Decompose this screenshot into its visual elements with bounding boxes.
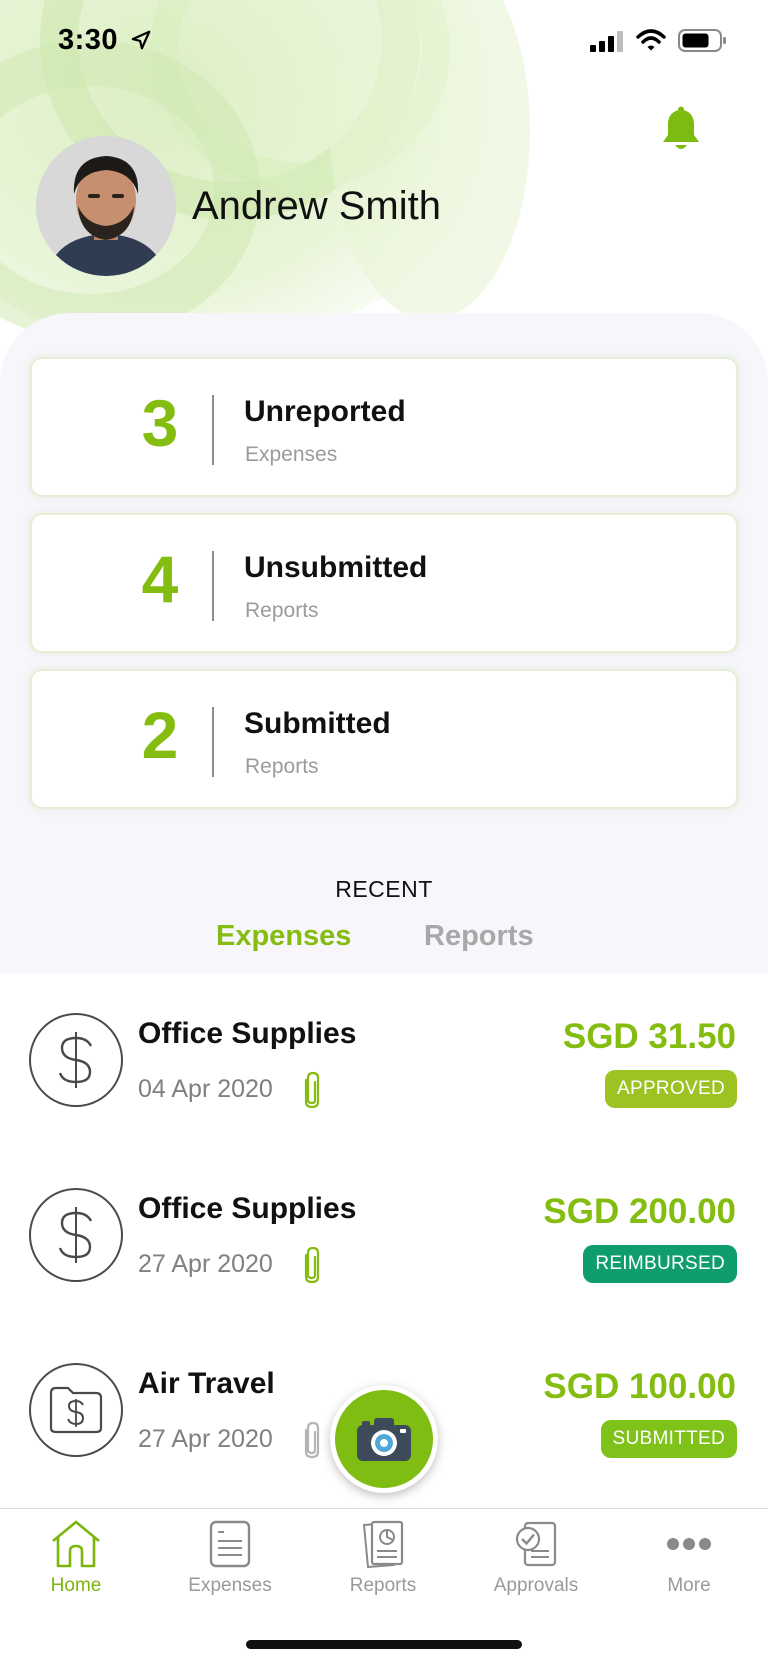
status-badge: APPROVED — [605, 1070, 737, 1108]
stat-count: 3 — [141, 386, 179, 460]
stat-subtitle: Reports — [245, 755, 319, 778]
expense-date: 27 Apr 2020 — [138, 1250, 273, 1278]
nav-expenses[interactable]: Expenses — [165, 1519, 295, 1597]
expense-date: 04 Apr 2020 — [138, 1075, 273, 1103]
divider — [212, 551, 214, 621]
bottom-tab-bar: Home Expenses Reports Approvals More — [0, 1508, 768, 1661]
stat-title: Unsubmitted — [244, 551, 428, 584]
stat-card-unreported[interactable]: 3 Unreported Expenses — [30, 357, 738, 497]
nav-reports[interactable]: Reports — [318, 1519, 448, 1597]
nav-label: Reports — [349, 1575, 417, 1596]
stat-subtitle: Reports — [245, 599, 319, 622]
nav-approvals[interactable]: Approvals — [471, 1519, 601, 1597]
home-icon — [52, 1520, 100, 1568]
wifi-icon — [636, 29, 666, 51]
status-badge: REIMBURSED — [583, 1245, 737, 1283]
tab-expenses[interactable]: Expenses — [216, 920, 351, 953]
avatar[interactable] — [36, 136, 176, 276]
approvals-icon — [515, 1521, 557, 1567]
status-badge: SUBMITTED — [600, 1420, 737, 1458]
dollar-icon — [29, 1013, 123, 1107]
home-indicator[interactable] — [246, 1640, 522, 1649]
folder-dollar-icon — [29, 1363, 123, 1457]
user-name: Andrew Smith — [192, 184, 441, 228]
nav-label: Expenses — [188, 1575, 272, 1596]
expense-date: 27 Apr 2020 — [138, 1425, 273, 1453]
expense-amount: SGD 31.50 — [562, 1017, 736, 1056]
recent-heading: RECENT — [335, 876, 433, 902]
more-icon — [667, 1538, 711, 1550]
location-arrow-icon — [131, 30, 151, 50]
attachment-icon[interactable] — [300, 1245, 324, 1285]
stat-card-submitted[interactable]: 2 Submitted Reports — [30, 669, 738, 809]
expense-amount: SGD 200.00 — [543, 1192, 736, 1231]
expense-title: Air Travel — [138, 1367, 275, 1400]
attachment-icon[interactable] — [300, 1420, 324, 1460]
nav-home[interactable]: Home — [11, 1519, 141, 1597]
camera-icon — [357, 1418, 411, 1461]
stat-subtitle: Expenses — [245, 443, 338, 466]
expense-title: Office Supplies — [138, 1017, 357, 1050]
expense-amount: SGD 100.00 — [543, 1367, 736, 1406]
stat-title: Submitted — [244, 707, 391, 740]
list-item[interactable]: Office Supplies 04 Apr 2020 SGD 31.50 AP… — [0, 973, 768, 1109]
divider — [212, 707, 214, 777]
notification-bell-icon[interactable] — [660, 106, 702, 154]
list-item[interactable]: Office Supplies 27 Apr 2020 SGD 200.00 R… — [0, 1148, 768, 1284]
profile-photo — [36, 136, 176, 276]
reports-icon — [362, 1520, 404, 1569]
stat-count: 2 — [141, 698, 179, 772]
nav-label: Home — [50, 1575, 102, 1596]
divider — [212, 395, 214, 465]
stat-title: Unreported — [244, 395, 406, 428]
receipt-icon — [209, 1520, 251, 1568]
nav-label: More — [667, 1575, 711, 1596]
signal-icon — [590, 31, 623, 52]
dollar-icon — [29, 1188, 123, 1282]
status-time: 3:30 — [58, 24, 119, 56]
nav-label: Approvals — [493, 1575, 579, 1596]
tab-reports[interactable]: Reports — [424, 920, 534, 953]
expense-title: Office Supplies — [138, 1192, 357, 1225]
status-bar: 3:30 — [0, 0, 768, 84]
attachment-icon[interactable] — [300, 1070, 324, 1110]
camera-capture-button[interactable] — [330, 1385, 438, 1493]
battery-icon — [678, 29, 726, 52]
stat-count: 4 — [141, 542, 179, 616]
stat-card-unsubmitted[interactable]: 4 Unsubmitted Reports — [30, 513, 738, 653]
nav-more[interactable]: More — [624, 1519, 754, 1597]
